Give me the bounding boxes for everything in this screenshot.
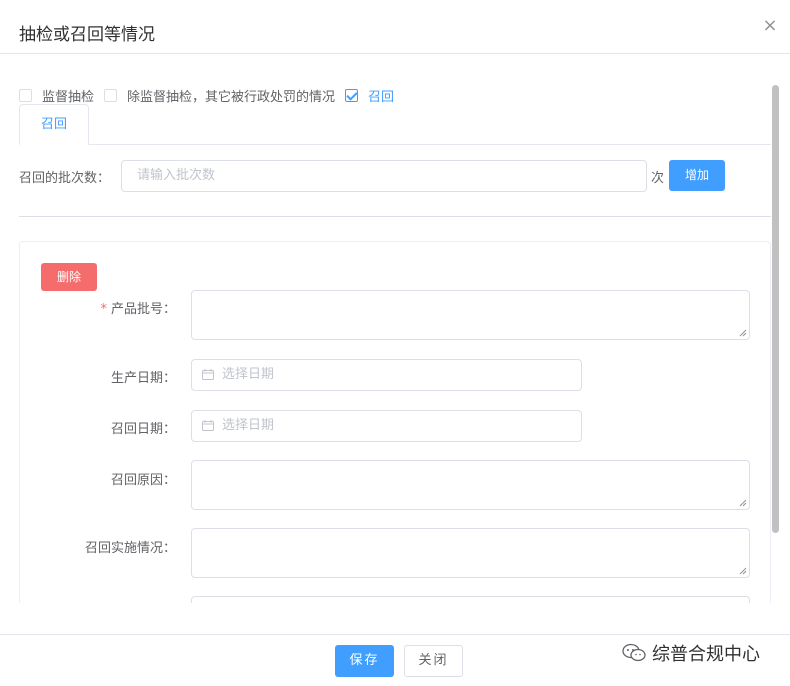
dialog-body[interactable]: 监督抽检 除监督抽检，其它被行政处罚的情况 召回 召回 召回的批次数： 请输入批… xyxy=(0,55,790,603)
tabs-bar: 召回 xyxy=(19,104,771,145)
scrollbar-thumb[interactable] xyxy=(772,85,779,533)
resize-handle-icon[interactable] xyxy=(739,567,747,575)
calendar-icon xyxy=(202,369,214,380)
batch-number-label-text: 产品批号： xyxy=(110,302,176,317)
next-field-textarea[interactable] xyxy=(191,596,750,603)
dialog-title: 抽检或召回等情况 xyxy=(19,25,155,45)
tab-recall[interactable]: 召回 xyxy=(19,104,89,145)
resize-handle-icon[interactable] xyxy=(739,499,747,507)
watermark: 综普合规中心 xyxy=(622,641,760,665)
batch-count-label: 召回的批次数： xyxy=(19,171,111,186)
close-button[interactable]: 关闭 xyxy=(404,645,463,677)
recall-reason-textarea[interactable] xyxy=(191,460,750,510)
checkbox-label-supervision-inspection[interactable]: 监督抽检 xyxy=(42,86,94,105)
watermark-text: 综普合规中心 xyxy=(652,644,760,665)
batch-number-label: * 产品批号： xyxy=(20,298,176,317)
batch-count-row: 召回的批次数： 请输入批次数 次 增加 xyxy=(19,160,739,192)
checkbox-other-penalty[interactable] xyxy=(104,88,118,102)
checkbox-label-other-penalty[interactable]: 除监督抽检，其它被行政处罚的情况 xyxy=(127,86,335,105)
recall-implementation-label: 召回实施情况： xyxy=(84,541,176,556)
calendar-icon xyxy=(202,420,214,431)
batch-count-unit: 次 xyxy=(651,171,665,186)
recall-implementation-textarea[interactable] xyxy=(191,528,750,578)
batch-number-textarea[interactable] xyxy=(191,290,750,340)
checkbox-label-recall[interactable]: 召回 xyxy=(368,86,394,105)
dialog-footer: 保存 关闭 综普合规中心 xyxy=(0,634,790,686)
recall-date-placeholder: 选择日期 xyxy=(222,418,275,433)
recall-record-card: 删除 * 产品批号： 生产日期： 选择日期 召回日期： 选择日期 召回原因： 召… xyxy=(19,241,771,603)
save-button[interactable]: 保存 xyxy=(335,645,394,677)
recall-date-picker[interactable]: 选择日期 xyxy=(191,410,582,442)
batch-count-input[interactable]: 请输入批次数 xyxy=(121,160,647,192)
production-date-placeholder: 选择日期 xyxy=(222,367,275,382)
recall-reason-label: 召回原因： xyxy=(110,473,176,488)
dialog-header: 抽检或召回等情况 × xyxy=(0,0,790,54)
recall-date-label: 召回日期： xyxy=(110,422,176,437)
wechat-icon xyxy=(622,643,646,662)
case-type-checkbox-group: 监督抽检 除监督抽检，其它被行政处罚的情况 召回 xyxy=(19,86,404,105)
resize-handle-icon[interactable] xyxy=(739,329,747,337)
required-marker: * xyxy=(100,302,107,317)
divider xyxy=(19,216,771,217)
production-date-picker[interactable]: 选择日期 xyxy=(191,359,582,391)
add-button[interactable]: 增加 xyxy=(669,160,725,191)
close-icon[interactable]: × xyxy=(762,17,778,35)
checkbox-recall[interactable] xyxy=(345,88,359,102)
production-date-label: 生产日期： xyxy=(110,371,176,386)
checkbox-supervision-inspection[interactable] xyxy=(19,88,32,102)
delete-button[interactable]: 删除 xyxy=(41,263,97,291)
